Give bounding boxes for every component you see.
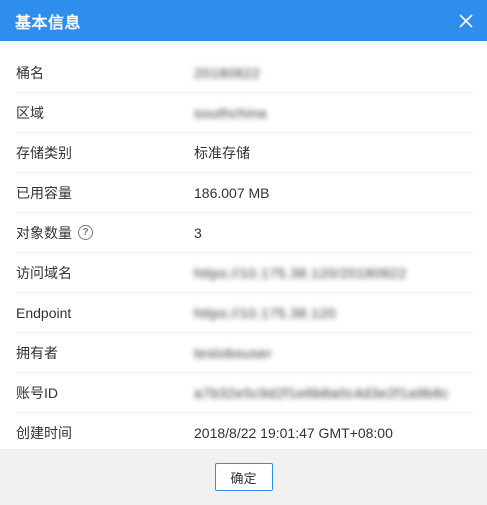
object-count-label-wrap: 对象数量 ? bbox=[16, 223, 194, 243]
help-icon[interactable]: ? bbox=[78, 225, 93, 240]
used-capacity-value: 186.007 MB bbox=[194, 184, 270, 201]
close-icon[interactable] bbox=[457, 12, 475, 30]
ok-button[interactable]: 确定 bbox=[214, 463, 273, 491]
row-access-domain: 访问域名 https://10.175.38.120/20180822 bbox=[16, 253, 473, 293]
used-capacity-label: 已用容量 bbox=[16, 184, 72, 201]
row-used-capacity: 已用容量 186.007 MB bbox=[16, 173, 473, 213]
owner-label: 拥有者 bbox=[16, 344, 58, 361]
account-id-value: a7b32e5c9d2f1e6b8a0c4d3e2f1a9b8c bbox=[194, 384, 450, 401]
access-domain-value: https://10.175.38.120/20180822 bbox=[194, 264, 407, 281]
row-region: 区域 southchina bbox=[16, 93, 473, 133]
created-time-label: 创建时间 bbox=[16, 424, 72, 441]
storage-class-value: 标准存储 bbox=[194, 144, 250, 161]
row-storage-class: 存储类别 标准存储 bbox=[16, 133, 473, 173]
row-owner: 拥有者 testobsuser bbox=[16, 333, 473, 373]
object-count-value: 3 bbox=[194, 224, 202, 241]
bucket-name-label: 桶名 bbox=[16, 64, 44, 81]
endpoint-value: https://10.175.38.120 bbox=[194, 304, 337, 321]
bucket-name-value: 20180822 bbox=[194, 64, 261, 81]
dialog-header: 基本信息 bbox=[0, 0, 487, 41]
owner-value: testobsuser bbox=[194, 344, 272, 361]
dialog-title: 基本信息 bbox=[15, 14, 82, 32]
account-id-label: 账号ID bbox=[16, 384, 58, 401]
region-label: 区域 bbox=[16, 104, 44, 121]
object-count-label: 对象数量 bbox=[16, 224, 72, 241]
storage-class-label: 存储类别 bbox=[16, 144, 72, 161]
row-object-count: 对象数量 ? 3 bbox=[16, 213, 473, 253]
row-endpoint: Endpoint https://10.175.38.120 bbox=[16, 293, 473, 333]
row-account-id: 账号ID a7b32e5c9d2f1e6b8a0c4d3e2f1a9b8c bbox=[16, 373, 473, 413]
row-bucket-name: 桶名 20180822 bbox=[16, 53, 473, 93]
info-list: 桶名 20180822 区域 southchina 存储类别 标准存储 已用容量… bbox=[0, 41, 487, 452]
basic-info-dialog: 基本信息 桶名 20180822 区域 southchina 存储类别 标准存储… bbox=[0, 0, 487, 505]
row-created-time: 创建时间 2018/8/22 19:01:47 GMT+08:00 bbox=[16, 413, 473, 452]
region-value: southchina bbox=[194, 104, 267, 121]
created-time-value: 2018/8/22 19:01:47 GMT+08:00 bbox=[194, 424, 393, 441]
endpoint-label: Endpoint bbox=[16, 304, 72, 321]
access-domain-label: 访问域名 bbox=[16, 264, 72, 281]
dialog-footer: 确定 bbox=[0, 449, 487, 505]
